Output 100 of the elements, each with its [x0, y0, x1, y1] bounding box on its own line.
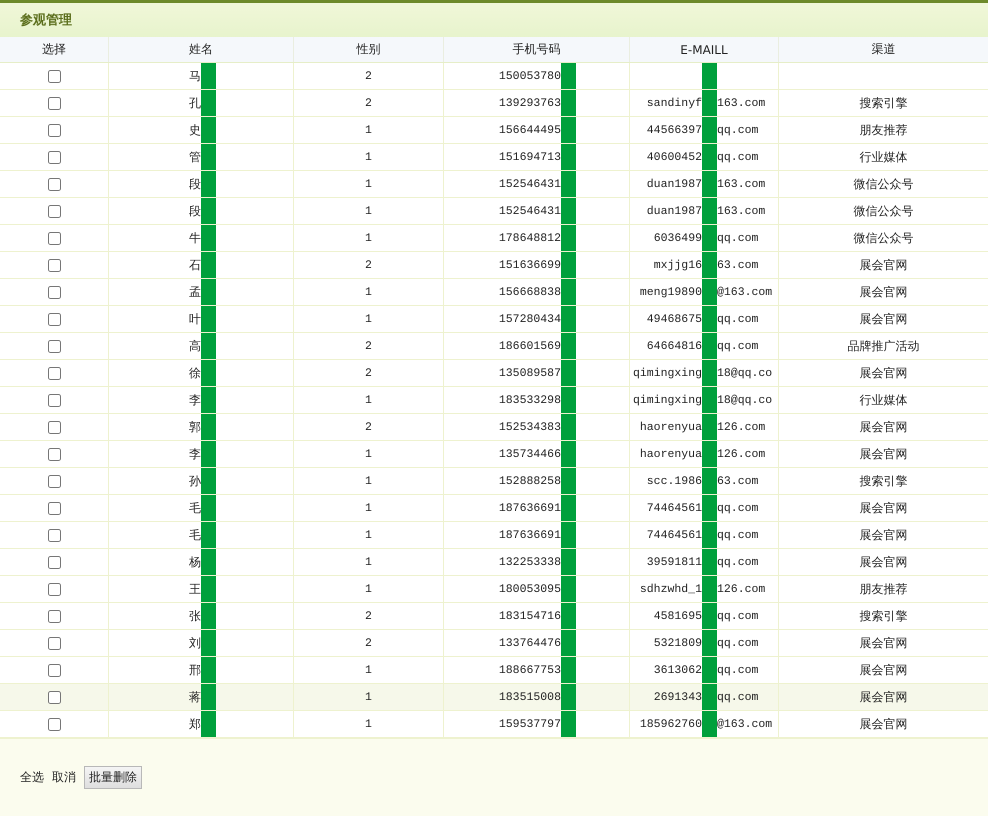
email-cell: 2691343 [654, 690, 702, 704]
row-checkbox[interactable] [48, 556, 60, 568]
row-checkbox[interactable] [48, 664, 60, 676]
redaction-bar [702, 522, 717, 548]
name-cell: 郑 [189, 716, 201, 732]
name-cell: 高 [189, 338, 201, 354]
gender-cell: 1 [365, 690, 372, 704]
gender-cell: 1 [365, 556, 372, 568]
redaction-bar [561, 171, 576, 197]
gender-cell: 1 [365, 664, 372, 676]
email-cell: 44566397 [646, 124, 702, 136]
gender-cell: 2 [365, 366, 372, 380]
cancel-link[interactable]: 取消 [52, 769, 76, 786]
row-checkbox[interactable] [48, 258, 60, 272]
email-cell: 185962760 [640, 718, 702, 730]
phone-cell: 159537797 [498, 718, 561, 730]
redaction-bar [702, 252, 717, 278]
redaction-bar [561, 360, 576, 386]
channel-cell: 展会官网 [860, 554, 908, 570]
gender-cell: 1 [365, 178, 372, 190]
column-header: E-MAILL [629, 37, 778, 62]
row-checkbox[interactable] [48, 232, 60, 244]
row-checkbox[interactable] [48, 582, 60, 596]
row-checkbox[interactable] [48, 366, 60, 380]
phone-cell: 188667753 [498, 664, 561, 676]
row-checkbox[interactable] [48, 286, 60, 298]
row-checkbox[interactable] [48, 96, 60, 110]
name-cell: 毛 [189, 526, 201, 544]
gender-cell: 1 [365, 394, 372, 406]
redaction-bar [201, 360, 216, 386]
redaction-bar [201, 495, 216, 521]
redaction-bar [561, 441, 576, 467]
redaction-bar [561, 252, 576, 278]
column-header: 选择 [41, 41, 67, 58]
row-checkbox[interactable] [48, 312, 60, 326]
row-checkbox[interactable] [48, 340, 60, 352]
email-cell: 126.com [717, 448, 766, 460]
row-checkbox[interactable] [48, 394, 60, 406]
redaction-bar [702, 684, 717, 710]
email-cell: 18@qq.co [717, 366, 772, 380]
channel-cell: 展会官网 [860, 364, 908, 382]
row-checkbox[interactable] [48, 528, 60, 542]
phone-cell: 186601569 [498, 340, 561, 352]
name-cell: 毛 [189, 500, 201, 516]
panel-title: 参观管理 [20, 12, 72, 29]
name-cell: 史 [189, 122, 201, 138]
redaction-bar [201, 306, 216, 332]
email-cell: sandinyf [646, 96, 702, 110]
row-checkbox[interactable] [48, 690, 60, 704]
redaction-bar [561, 549, 576, 575]
email-cell: 126.com [717, 582, 766, 596]
phone-cell: 183515008 [498, 690, 561, 704]
email-cell: 18@qq.co [717, 394, 772, 406]
row-checkbox[interactable] [48, 204, 60, 218]
redaction-bar [702, 198, 717, 224]
redaction-bar [201, 711, 216, 737]
channel-cell: 展会官网 [860, 284, 908, 300]
batch-delete-button[interactable]: 批量删除 [84, 766, 142, 789]
select-all-link[interactable]: 全选 [20, 769, 44, 786]
redaction-bar [561, 144, 576, 170]
name-cell: 孙 [189, 472, 201, 490]
redaction-bar [561, 117, 576, 143]
redaction-bar [561, 630, 576, 656]
email-cell: qimingxing [632, 394, 702, 406]
redaction-bar [561, 657, 576, 683]
gender-cell: 1 [365, 718, 372, 730]
row-checkbox[interactable] [48, 610, 60, 622]
redaction-bar [561, 468, 576, 494]
row-checkbox[interactable] [48, 124, 60, 136]
redaction-bar [201, 441, 216, 467]
redaction-bar [702, 630, 717, 656]
email-cell: duan1987 [646, 204, 702, 218]
name-cell: 孔 [189, 94, 201, 112]
row-checkbox[interactable] [48, 448, 60, 460]
phone-cell: 152534383 [498, 420, 561, 434]
row-checkbox[interactable] [48, 474, 60, 488]
email-cell: qq.com [717, 690, 758, 704]
row-checkbox[interactable] [48, 718, 60, 730]
row-checkbox[interactable] [48, 70, 60, 82]
email-cell: 6036499 [654, 232, 702, 244]
phone-cell: 183154716 [498, 610, 561, 622]
phone-cell: 180053095 [498, 582, 561, 596]
name-cell: 张 [189, 608, 201, 624]
phone-cell: 139293763 [498, 96, 561, 110]
redaction-bar [201, 468, 216, 494]
phone-cell: 187636691 [498, 502, 561, 514]
row-checkbox[interactable] [48, 420, 60, 434]
email-cell: qq.com [717, 556, 758, 568]
redaction-bar [561, 711, 576, 737]
redaction-bar [561, 522, 576, 548]
redaction-bar [702, 441, 717, 467]
channel-cell: 行业媒体 [860, 148, 908, 166]
redaction-bar [702, 333, 717, 359]
name-cell: 徐 [189, 364, 201, 382]
row-checkbox[interactable] [48, 150, 60, 164]
gender-cell: 1 [365, 150, 372, 164]
gender-cell: 1 [365, 124, 372, 136]
row-checkbox[interactable] [48, 178, 60, 190]
row-checkbox[interactable] [48, 502, 60, 514]
row-checkbox[interactable] [48, 636, 60, 650]
